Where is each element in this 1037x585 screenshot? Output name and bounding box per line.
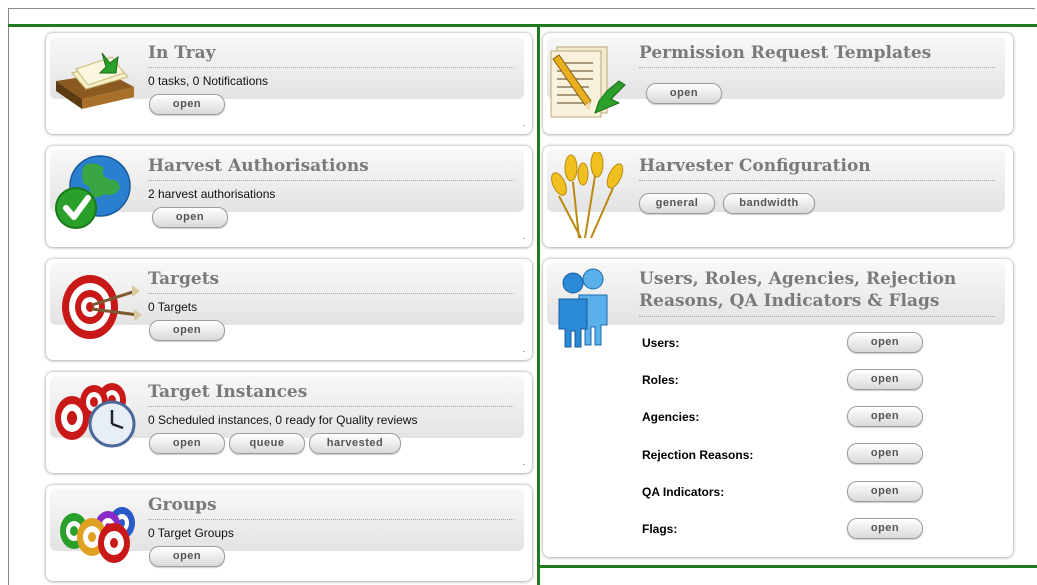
corner-mark: . (522, 457, 525, 467)
in-tray-card: In Tray 0 tasks, 0 Notifications open . (46, 33, 532, 134)
permission-templates-card: Permission Request Templates open (543, 33, 1013, 134)
users-open-button[interactable]: open (847, 332, 923, 353)
dotted-rule (148, 406, 514, 407)
card-title: Targets (148, 269, 220, 289)
card-subtitle: 0 Target Groups (148, 526, 234, 540)
groups-open-button[interactable]: open (149, 546, 225, 567)
target-arrows-icon (62, 275, 142, 339)
card-title: Target Instances (148, 382, 308, 402)
card-subtitle: 0 Targets (148, 300, 198, 314)
in-tray-open-button[interactable]: open (149, 94, 225, 115)
agencies-open-button[interactable]: open (847, 406, 923, 427)
targets-open-button[interactable]: open (149, 320, 225, 341)
target-group-icon (60, 507, 135, 563)
dotted-rule (148, 180, 514, 181)
rejection-reasons-label: Rejection Reasons: (642, 448, 754, 462)
card-title: Harvester Configuration (639, 156, 871, 176)
groups-card: Groups 0 Target Groups open (46, 485, 532, 581)
flags-open-button[interactable]: open (847, 518, 923, 539)
dotted-rule (148, 293, 514, 294)
card-subtitle: 2 harvest authorisations (148, 187, 276, 201)
qa-indicators-label: QA Indicators: (642, 485, 725, 499)
frame-top-border (8, 8, 1035, 9)
dotted-rule (148, 519, 514, 520)
harvester-config-card: Harvester Configuration general bandwidt… (543, 146, 1013, 247)
users-label: Users: (642, 336, 680, 350)
targets-card: Targets 0 Targets open . (46, 259, 532, 360)
permission-templates-open-button[interactable]: open (646, 83, 722, 104)
roles-label: Roles: (642, 373, 679, 387)
divider-bottom (540, 565, 1037, 568)
dotted-rule (639, 180, 995, 181)
dotted-rule (148, 67, 514, 68)
divider-vertical (537, 27, 540, 585)
harvest-authorisations-card: Harvest Authorisations 2 harvest authori… (46, 146, 532, 247)
dotted-rule (639, 316, 995, 317)
flags-label: Flags: (642, 522, 678, 536)
card-subtitle: 0 Scheduled instances, 0 ready for Quali… (148, 413, 418, 427)
harvester-bandwidth-button[interactable]: bandwidth (723, 193, 815, 214)
globe-check-icon (55, 155, 131, 229)
agencies-label: Agencies: (642, 410, 700, 424)
corner-mark: . (522, 118, 525, 128)
targets-clock-icon (55, 383, 136, 448)
card-title: Groups (148, 495, 217, 515)
dotted-rule (639, 67, 995, 68)
harvester-general-button[interactable]: general (639, 193, 715, 214)
target-instances-card: Target Instances 0 Scheduled instances, … (46, 372, 532, 473)
qa-indicators-open-button[interactable]: open (847, 481, 923, 502)
target-instances-open-button[interactable]: open (149, 433, 225, 454)
wheat-icon (551, 152, 624, 239)
card-title-line-2: Reasons, QA Indicators & Flags (639, 291, 940, 311)
card-title-line-1: Users, Roles, Agencies, Rejection (639, 269, 957, 289)
divider-top (8, 24, 1037, 27)
card-subtitle: 0 tasks, 0 Notifications (148, 74, 269, 88)
card-title: Harvest Authorisations (148, 156, 369, 176)
in-tray-icon (56, 52, 134, 109)
harvest-auth-open-button[interactable]: open (152, 207, 228, 228)
target-instances-harvested-button[interactable]: harvested (309, 433, 401, 454)
card-title: Permission Request Templates (639, 43, 932, 63)
corner-mark: . (522, 231, 525, 241)
roles-open-button[interactable]: open (847, 369, 923, 390)
card-title: In Tray (148, 43, 216, 63)
rejection-reasons-open-button[interactable]: open (847, 443, 923, 464)
users-roles-card: Users, Roles, Agencies, Rejection Reason… (543, 259, 1013, 557)
target-instances-queue-button[interactable]: queue (229, 433, 305, 454)
users-icon (558, 268, 608, 348)
corner-mark: . (522, 344, 525, 354)
frame-left-border (8, 8, 9, 585)
document-pencil-icon (550, 46, 626, 118)
